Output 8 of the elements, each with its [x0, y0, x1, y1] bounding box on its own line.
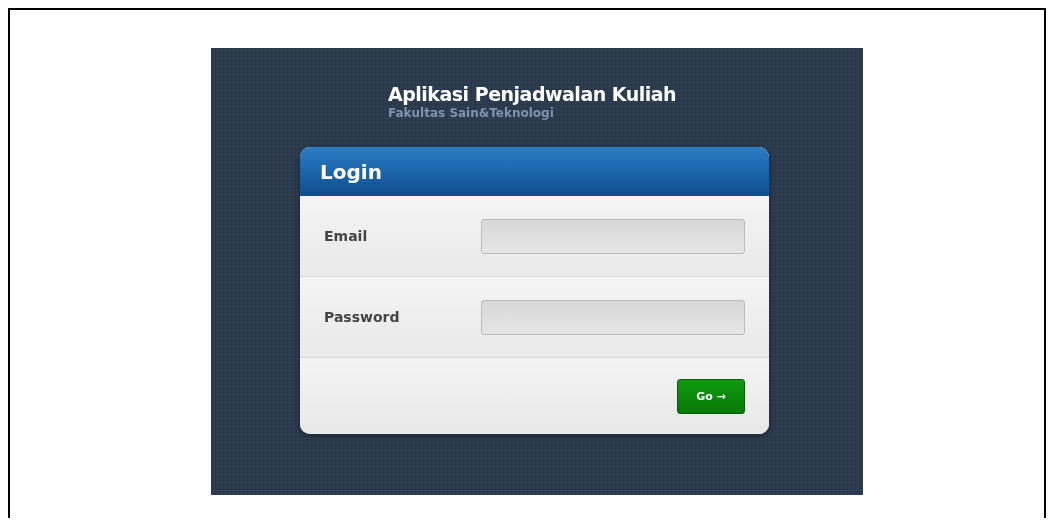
- input-field[interactable]: [481, 218, 745, 254]
- app-subtitle: Fakultas Sain&Teknologi: [388, 106, 555, 120]
- field-label: Email: [324, 228, 369, 244]
- login-title: Login: [320, 159, 382, 184]
- input-field[interactable]: [481, 299, 745, 335]
- field-label: Password: [324, 309, 401, 325]
- app-title: Aplikasi Penjadwalan Kuliah: [388, 83, 678, 105]
- go-button[interactable]: Go →: [677, 378, 745, 414]
